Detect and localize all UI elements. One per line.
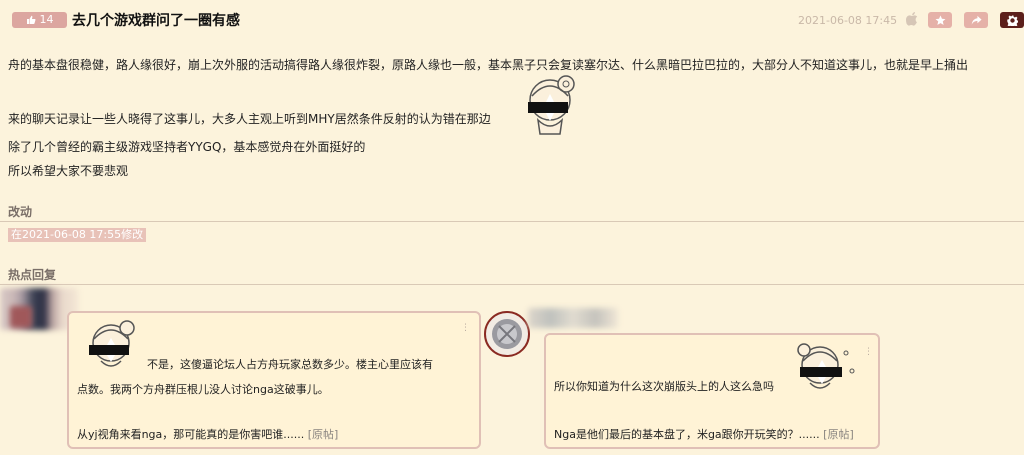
avatar[interactable] <box>484 311 530 357</box>
settings-button[interactable] <box>1000 12 1024 28</box>
star-icon <box>935 15 945 25</box>
post-line-3: 除了几个曾经的霸主级游戏坚持者YYGQ，基本感觉舟在外面挺好的 <box>8 140 366 154</box>
avatar-detail <box>10 306 32 328</box>
hot-replies-divider <box>0 284 1024 285</box>
post-datetime: 2021-06-08 17:45 <box>798 14 898 27</box>
chibi-girl-sticker <box>79 319 145 375</box>
post-line-2: 来的聊天记录让一些人晓得了这事儿，大多人主观上听到MHY居然条件反射的认为错在那… <box>8 112 491 126</box>
original-post-link[interactable]: [原帖] <box>308 428 339 441</box>
edit-note: 在2021-06-08 17:55修改 <box>8 228 147 242</box>
share-icon <box>971 15 982 25</box>
share-button[interactable] <box>964 12 988 28</box>
card-menu-icon[interactable]: ⋮ <box>864 347 873 357</box>
hot-replies-heading: 热点回复 <box>8 268 57 282</box>
gear-icon <box>1006 14 1018 26</box>
apple-icon[interactable] <box>904 12 920 28</box>
username-blurred[interactable] <box>528 308 618 328</box>
reply-card[interactable]: ⋮ 不是，这傻逼论坛人占方舟玩家总数多少。楼主心里应该有 点数。我两个方舟群压根… <box>67 311 481 449</box>
reply-text-line: 不是，这傻逼论坛人占方舟玩家总数多少。楼主心里应该有 <box>147 358 433 371</box>
page-title: 去几个游戏群问了一圈有感 <box>72 13 240 29</box>
post-line-1: 舟的基本盘很稳健，路人缘很好，崩上次外服的活动搞得路人缘很炸裂，原路人缘也一般，… <box>8 58 969 72</box>
star-button[interactable] <box>928 12 952 28</box>
original-post-link[interactable]: [原帖] <box>823 428 854 441</box>
card-menu-icon[interactable]: ⋮ <box>461 323 470 333</box>
avatar-image <box>492 319 522 349</box>
reply-card[interactable]: ⋮ 所以你知道为什么这次崩版头上的人这么急吗 Nga是他们最后的基本盘了，米ga… <box>544 333 880 449</box>
edit-divider <box>0 221 1024 222</box>
chibi-girl-sticker <box>786 341 860 397</box>
like-count: 14 <box>39 13 54 26</box>
thumbs-up-icon <box>26 15 36 24</box>
reply-text-line: 所以你知道为什么这次崩版头上的人这么急吗 <box>554 380 774 393</box>
chibi-girl-sticker <box>516 72 586 136</box>
edit-heading: 改动 <box>8 205 33 219</box>
reply-text-line: Nga是他们最后的基本盘了，米ga跟你开玩笑的？...... [原帖] <box>554 428 854 441</box>
reply-text-line: 从yj视角来看nga，那可能真的是你害吧谁...... [原帖] <box>77 428 339 441</box>
like-badge[interactable]: 14 <box>12 12 67 28</box>
post-line-4: 所以希望大家不要悲观 <box>8 164 129 178</box>
reply-text-line: 点数。我两个方舟群压根儿没人讨论nga这破事儿。 <box>77 383 329 396</box>
